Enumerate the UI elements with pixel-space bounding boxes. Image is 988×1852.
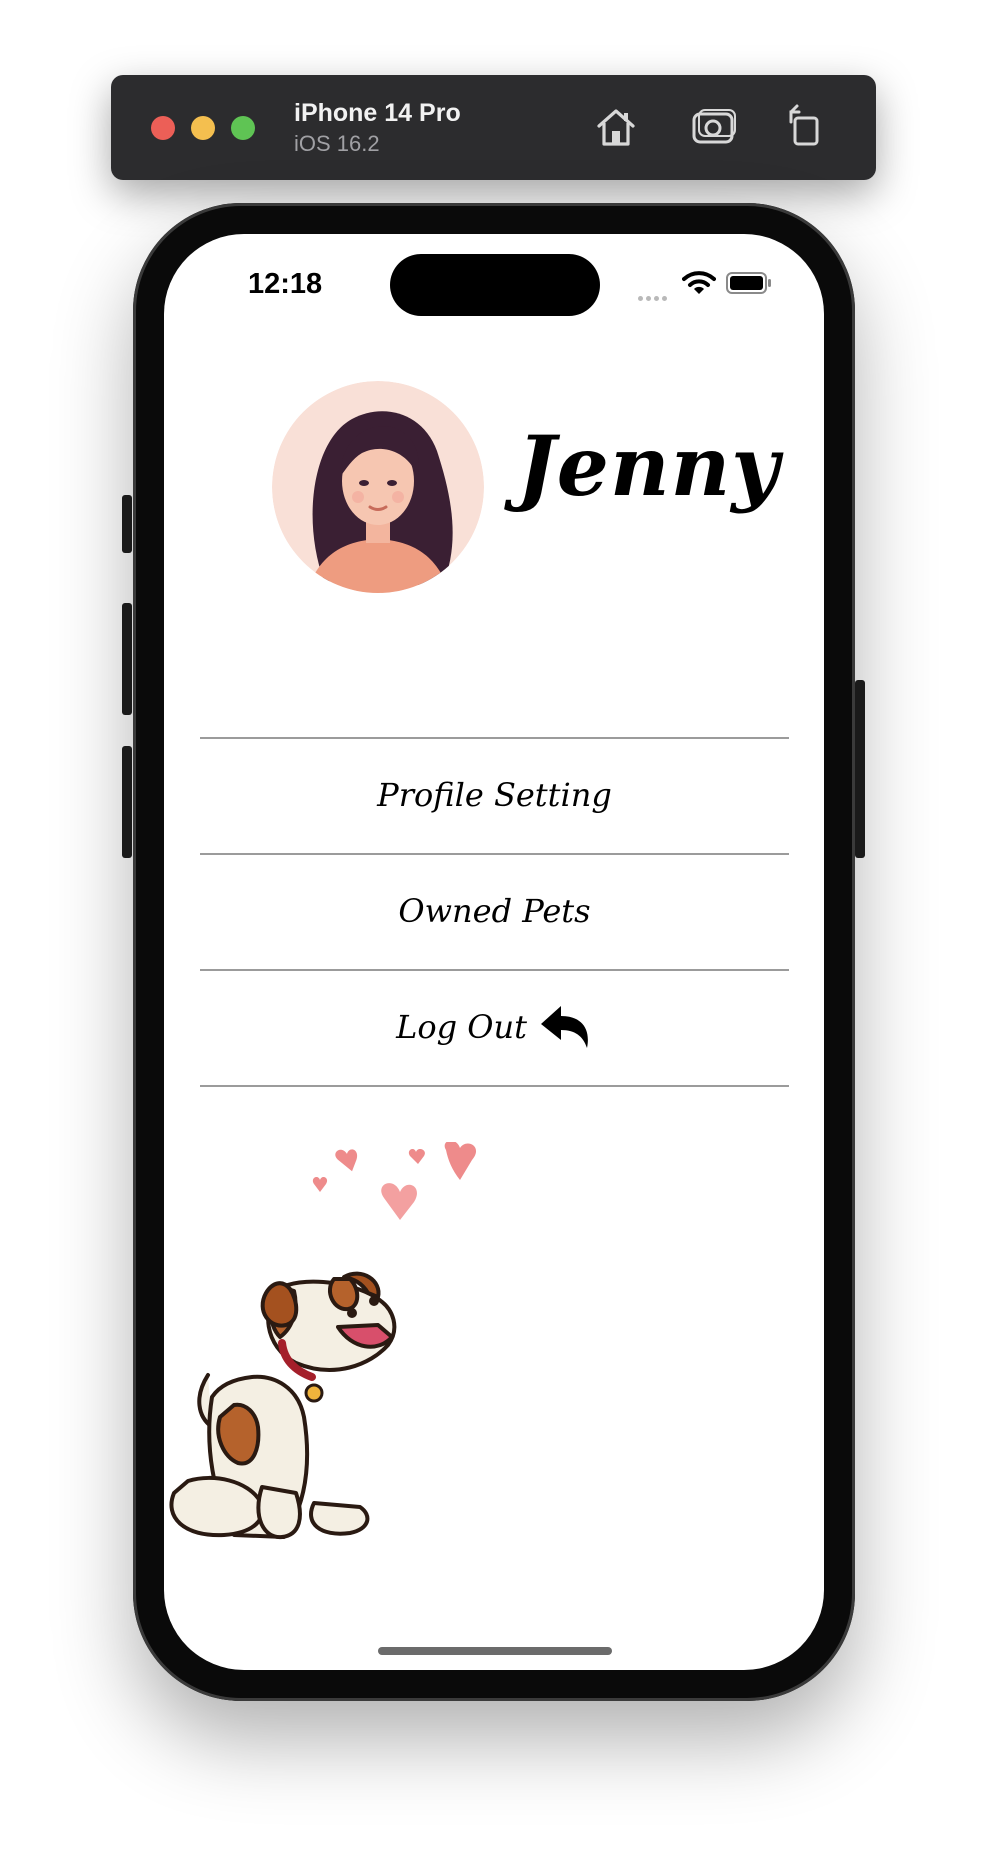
screenshot-icon[interactable] [689, 102, 739, 152]
wifi-icon [682, 271, 716, 294]
volume-up-button [122, 603, 132, 715]
user-avatar[interactable] [272, 381, 484, 593]
menu-divider [200, 1085, 789, 1087]
os-version: iOS 16.2 [294, 131, 380, 156]
close-window-button[interactable] [151, 116, 175, 140]
app-screen: 12:18 Jenny Profile Setting Owned Pets L… [164, 234, 824, 1670]
mute-switch [122, 495, 132, 553]
zoom-window-button[interactable] [231, 116, 255, 140]
home-icon[interactable] [591, 102, 641, 152]
log-out-label: Log Out [396, 1008, 527, 1046]
power-button [855, 680, 865, 858]
rotate-icon[interactable] [779, 102, 829, 152]
owned-pets-label: Owned Pets [398, 892, 591, 930]
user-name: Jenny [517, 419, 780, 515]
cellular-icon [638, 288, 670, 306]
simulator-toolbar: iPhone 14 Pro iOS 16.2 [111, 75, 876, 180]
volume-down-button [122, 746, 132, 858]
log-out-button[interactable]: Log Out [200, 971, 789, 1083]
status-time: 12:18 [248, 268, 323, 300]
dynamic-island [390, 254, 600, 316]
hearts-illustration [312, 1142, 477, 1220]
profile-setting-button[interactable]: Profile Setting [200, 739, 789, 851]
profile-setting-label: Profile Setting [377, 776, 612, 814]
dog-illustration [169, 1271, 397, 1540]
minimize-window-button[interactable] [191, 116, 215, 140]
battery-icon [726, 272, 771, 294]
owned-pets-button[interactable]: Owned Pets [200, 855, 789, 967]
home-indicator[interactable] [378, 1647, 612, 1655]
reply-arrow-icon [540, 1006, 588, 1048]
device-name: iPhone 14 Pro [294, 99, 461, 127]
